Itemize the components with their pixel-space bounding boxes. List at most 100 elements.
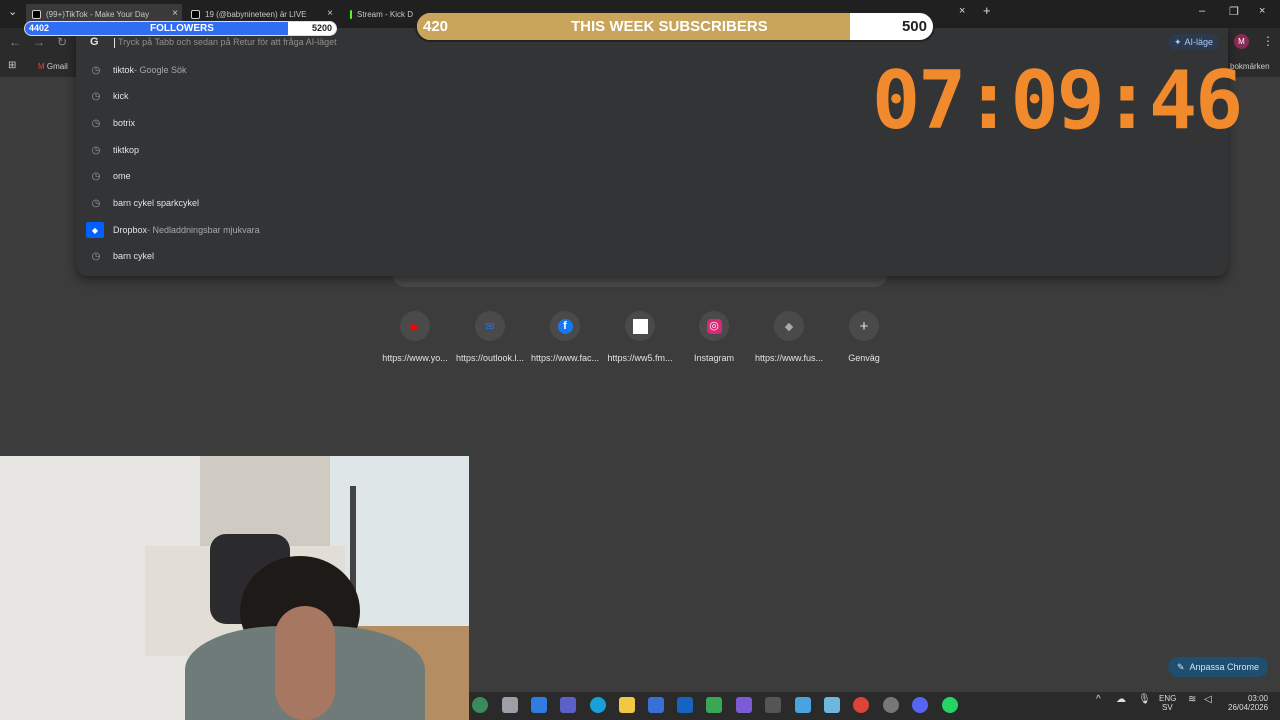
shortcut-tile[interactable]: https://ww5.fm... — [600, 311, 680, 363]
task-view-icon[interactable] — [502, 697, 518, 713]
plus-icon: + — [849, 311, 879, 341]
shortcut-tile[interactable]: ◆ https://www.fus... — [749, 311, 829, 363]
fusion-icon: ◆ — [774, 311, 804, 341]
suggestion-item[interactable]: ◆ Dropbox - Nedladdningsbar mjukvara — [86, 219, 1226, 241]
microphone-icon[interactable]: 🎙 — [1138, 694, 1151, 705]
suggestion-text: botrix — [113, 118, 136, 128]
youtube-icon: ▶ — [400, 311, 430, 341]
shortcut-tile[interactable]: ◎ Instagram — [674, 311, 754, 363]
file-explorer-icon[interactable] — [619, 697, 635, 713]
instagram-icon: ◎ — [699, 311, 729, 341]
tab-kick[interactable]: Stream - Kick D — [344, 4, 419, 24]
shortcut-label: https://www.fus... — [754, 353, 824, 363]
kick-icon — [350, 9, 352, 19]
shortcut-label: https://www.yo... — [382, 353, 448, 363]
shortcut-label: Genväg — [848, 353, 880, 363]
history-icon: ◷ — [91, 144, 101, 156]
onedrive-icon[interactable]: ☁ — [1116, 694, 1126, 705]
discord-icon[interactable] — [912, 697, 928, 713]
new-tab-icon[interactable]: + — [983, 3, 991, 18]
subscribers-goal: 500 — [901, 18, 927, 35]
followers-current: 4402 — [29, 23, 50, 33]
person-face — [275, 606, 335, 720]
settings-icon[interactable] — [883, 697, 899, 713]
tab-search-icon[interactable]: ⌄ — [8, 5, 17, 18]
tab-title: (99+)TikTok - Make Your Day — [46, 9, 150, 19]
obs-icon[interactable] — [765, 697, 781, 713]
minimize-icon[interactable]: – — [1199, 5, 1205, 17]
shortcut-tile[interactable]: ▶ https://www.yo... — [375, 311, 455, 363]
apps-icon[interactable]: ⊞ — [8, 60, 16, 71]
close-icon[interactable]: × — [172, 8, 178, 19]
suggestion-detail: - Google Sök — [134, 65, 187, 75]
history-icon: ◷ — [91, 197, 101, 209]
ai-mode-label: AI-läge — [1184, 37, 1214, 47]
bookmark-gmail[interactable]: M Gmail — [38, 62, 68, 71]
suggestion-text: kick — [113, 91, 129, 101]
suggestion-text: barn cykel — [113, 251, 155, 261]
history-icon: ◷ — [91, 64, 101, 76]
tab-title: Stream - Kick D — [356, 9, 413, 19]
suggestion-item[interactable]: ◷ barn cykel sparkcykel — [86, 192, 1226, 214]
store-icon[interactable] — [648, 697, 664, 713]
reload-icon[interactable]: ↻ — [57, 35, 67, 49]
subscribers-current: 420 — [423, 18, 449, 35]
omnibox-input[interactable]: Tryck på Tabb och sedan på Retur för att… — [114, 37, 337, 48]
subscribers-label: THIS WEEK SUBSCRIBERS — [571, 18, 768, 35]
app-icon[interactable] — [736, 697, 752, 713]
edge-icon[interactable] — [590, 697, 606, 713]
app-icon[interactable] — [472, 697, 488, 713]
bookmark-label: Gmail — [46, 62, 68, 71]
menu-icon[interactable]: ⋮ — [1262, 34, 1274, 48]
history-icon: ◷ — [91, 170, 101, 182]
outlook-icon: ✉ — [475, 311, 505, 341]
close-icon[interactable]: × — [959, 5, 965, 17]
followers-goal: 5200 — [311, 23, 332, 33]
outlook-taskbar-icon[interactable] — [677, 697, 693, 713]
customize-chrome-button[interactable]: ✎ Anpassa Chrome — [1168, 657, 1268, 677]
copilot-icon[interactable] — [531, 697, 547, 713]
maximize-icon[interactable]: ❐ — [1229, 5, 1239, 18]
close-icon[interactable]: × — [327, 8, 333, 19]
teams-icon[interactable] — [560, 697, 576, 713]
suggestion-text: barn cykel sparkcykel — [113, 198, 200, 208]
google-icon: G — [90, 36, 99, 48]
gmail-icon: M — [38, 62, 45, 71]
app-icon[interactable] — [824, 697, 840, 713]
suggestion-text: tiktkop — [113, 145, 140, 155]
avatar[interactable]: M — [1234, 34, 1249, 49]
language-indicator[interactable]: ENG SV — [1159, 694, 1176, 712]
shortcut-tile[interactable]: ✉ https://outlook.l... — [450, 311, 530, 363]
clock-time: 03:00 — [1247, 694, 1268, 703]
chrome-icon[interactable] — [853, 697, 869, 713]
shield-icon[interactable] — [706, 697, 722, 713]
ai-mode-button[interactable]: ✦ AI-läge — [1168, 34, 1220, 50]
shortcut-label: https://www.fac... — [530, 353, 600, 363]
tiktok-icon — [32, 9, 41, 19]
suggestion-item[interactable]: ◷ barn cykel — [86, 245, 1226, 267]
forward-icon[interactable]: → — [33, 35, 45, 49]
window-close-icon[interactable]: × — [1259, 5, 1265, 17]
language-secondary: SV — [1162, 703, 1173, 712]
clock[interactable]: 03:00 26/04/2026 — [1228, 694, 1268, 712]
screen: ⌄ (99+)TikTok - Make Your Day × 19 (@bab… — [0, 0, 1280, 720]
tab-title: 19 (@babynineteen) är LIVE — [205, 9, 307, 19]
photos-icon[interactable] — [795, 697, 811, 713]
shortcut-label: https://outlook.l... — [455, 353, 525, 363]
language-primary: ENG — [1159, 694, 1177, 703]
suggestion-item[interactable]: ◷ ome — [86, 165, 1226, 187]
suggestion-detail: - Nedladdningsbar mjukvara — [147, 225, 260, 235]
chevron-up-icon[interactable]: ^ — [1096, 694, 1101, 705]
followers-label: FOLLOWERS — [150, 23, 214, 34]
add-shortcut-button[interactable]: + Genväg — [824, 311, 904, 363]
blank-page-icon — [625, 311, 655, 341]
whatsapp-icon[interactable] — [942, 697, 958, 713]
back-icon[interactable]: ← — [9, 35, 21, 49]
webcam-feed — [0, 456, 469, 720]
shortcut-tile[interactable]: f https://www.fac... — [525, 311, 605, 363]
volume-icon[interactable]: ◁ — [1204, 694, 1212, 705]
history-icon: ◷ — [91, 117, 101, 129]
wifi-icon[interactable]: ≋ — [1188, 694, 1196, 705]
customize-label: Anpassa Chrome — [1189, 662, 1260, 672]
subscribers-goal-bar: 420 THIS WEEK SUBSCRIBERS 500 — [415, 11, 935, 42]
